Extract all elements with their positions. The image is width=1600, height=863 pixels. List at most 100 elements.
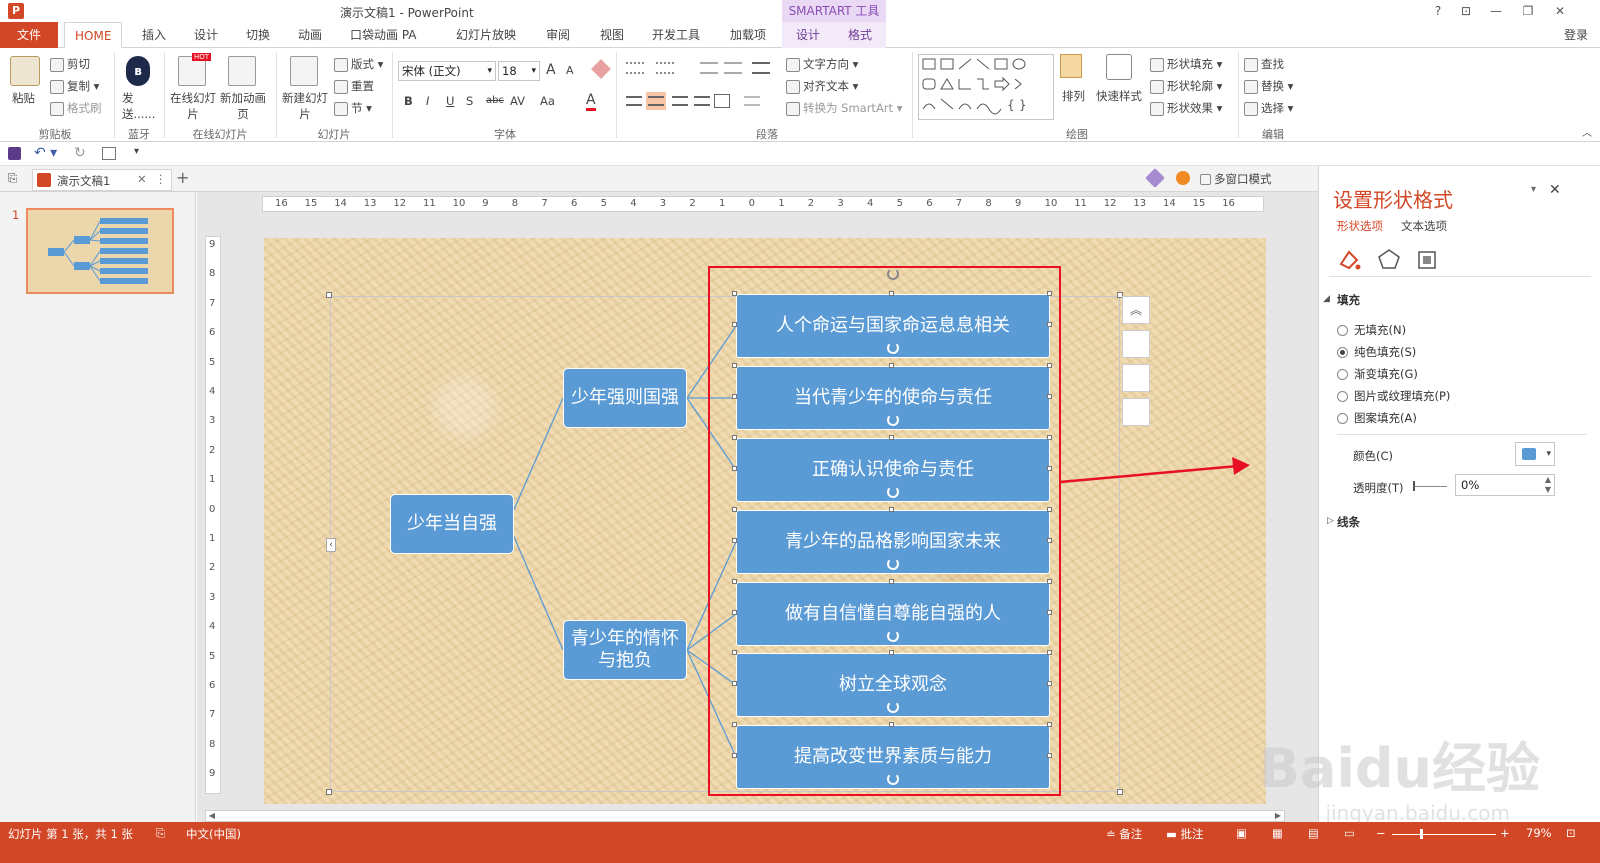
paste-button[interactable]: 粘贴 [12,90,35,106]
collapse-ribbon-icon[interactable]: ︿ [1582,124,1592,139]
picture-fill-option[interactable]: 图片或纹理填充(P) [1337,388,1450,404]
zoom-in-icon[interactable]: + [1500,826,1510,840]
underline-button[interactable]: U [446,94,454,108]
select-button[interactable]: 选择 ▾ [1244,100,1293,116]
align-left-icon[interactable] [626,96,642,106]
minimize-button[interactable]: — [1484,3,1508,19]
paste-icon[interactable] [10,56,40,86]
fit-window-icon[interactable]: ⊡ [1566,826,1576,840]
tab-menu-icon[interactable]: ⋮ [155,172,167,186]
tab-design[interactable]: 设计 [184,22,228,48]
smartart-root-node[interactable]: 少年当自强 [390,494,514,554]
no-fill-option[interactable]: 无填充(N) [1337,322,1406,338]
new-slide-icon[interactable] [290,56,318,86]
tab-developer[interactable]: 开发工具 [642,22,710,48]
comments-button[interactable]: ▬ 批注 [1166,826,1204,842]
multi-window-button[interactable]: 多窗口模式 [1200,171,1272,187]
tab-smartart-design[interactable]: 设计 [782,22,834,48]
new-anim-page-button[interactable]: 新加动画页 [220,90,266,122]
tab-view[interactable]: 视图 [590,22,634,48]
clear-format-icon[interactable] [591,59,611,79]
quick-styles-icon[interactable] [1106,54,1132,80]
find-button[interactable]: 查找 [1244,56,1284,72]
smartart-branch-node[interactable]: 青少年的情怀与抱负 [563,620,687,680]
tab-pocket-animation[interactable]: 口袋动画 PA [340,22,427,48]
spellcheck-icon[interactable]: ⎘ [156,826,165,841]
spin-up-icon[interactable]: ▲ ▼ [1545,475,1551,495]
radio-solid-fill[interactable] [1337,347,1348,358]
transparency-input[interactable]: 0% ▲ ▼ [1455,474,1555,496]
italic-button[interactable]: I [426,94,429,108]
horizontal-ruler[interactable]: 16 15 14 13 12 11 10 9 8 7 6 5 4 3 2 1 0 1 2 3 4 5 6 7 8 9 10 11 12 1… [262,196,1264,212]
decrease-indent-icon[interactable] [700,62,718,74]
scroll-left-icon[interactable]: ◀ [206,811,218,821]
transparency-slider[interactable] [1413,481,1447,491]
help-icon[interactable]: ? [1426,3,1450,19]
align-text-button[interactable]: 对齐文本 ▾ [786,78,858,94]
smartart-branch-node[interactable]: 少年强则国强 [563,368,687,428]
pane-options-icon[interactable]: ▾ [1531,184,1536,195]
slider-thumb[interactable] [1413,481,1415,491]
grow-font-icon[interactable]: A [546,62,556,78]
signin-link[interactable]: 登录 [1564,26,1588,43]
horizontal-scrollbar[interactable]: ◀ ▶ [205,810,1285,822]
copy-button[interactable]: 复制 ▾ [50,78,99,94]
radio-no-fill[interactable] [1337,325,1348,336]
new-anim-page-icon[interactable] [228,56,256,86]
ribbon-display-icon[interactable]: ⊡ [1454,3,1478,19]
font-name-combo[interactable]: 宋体 (正文) ▾ [398,61,496,81]
pattern-fill-option[interactable]: 图案填充(A) [1337,410,1417,426]
reset-button[interactable]: 重置 [334,78,374,94]
increase-indent-icon[interactable] [724,62,742,74]
gradient-fill-option[interactable]: 渐变填充(G) [1337,366,1418,382]
tab-animations[interactable]: 动画 [288,22,332,48]
align-center-button[interactable] [646,92,666,110]
tab-shape-options[interactable]: 形状选项 [1337,218,1383,234]
shape-outline-button[interactable]: 形状轮廓 ▾ [1150,78,1222,94]
align-right-icon[interactable] [672,96,688,106]
bold-button[interactable]: B [404,94,413,108]
notes-button[interactable]: ≐ 备注 [1106,826,1142,842]
tab-transitions[interactable]: 切换 [236,22,280,48]
tab-home[interactable]: HOME [64,22,123,48]
layout-options-icon[interactable] [1122,330,1150,358]
settings-gear-icon[interactable] [1176,171,1190,185]
line-expand-icon[interactable]: ▷ [1327,516,1334,526]
zoom-slider[interactable] [1392,829,1496,839]
convert-smartart-button[interactable]: 转换为 SmartArt ▾ [786,100,902,116]
customize-qat-icon[interactable]: ▾ [134,146,139,157]
undo-icon[interactable]: ↶ ▾ [34,145,57,161]
radio-gradient-fill[interactable] [1337,369,1348,380]
online-slide-button[interactable]: 在线幻灯片 [170,90,216,122]
tab-review[interactable]: 审阅 [536,22,580,48]
effects-pentagon-icon[interactable] [1378,249,1400,269]
powerpoint-app-icon[interactable]: P [8,3,24,19]
arrange-icon[interactable] [1060,54,1082,78]
shadow-button[interactable]: S [466,94,473,108]
strikethrough-button[interactable]: abc [486,95,504,106]
zoom-thumb[interactable] [1420,829,1423,839]
bullets-icon[interactable] [626,62,644,74]
doc-list-icon[interactable]: ⎘ [8,171,17,186]
new-tab-icon[interactable]: + [176,168,189,187]
char-spacing-button[interactable]: AV [510,94,525,108]
line-spacing-icon[interactable] [752,62,770,74]
shrink-font-icon[interactable]: A [566,64,574,77]
fill-section-header[interactable]: 填充 [1337,292,1360,308]
shapes-gallery[interactable]: { } [918,54,1054,120]
vertical-ruler[interactable]: 9 8 7 6 5 4 3 2 1 0 1 2 3 4 5 6 7 8 9 [205,236,221,794]
font-size-combo[interactable]: 18 ▾ [498,61,540,81]
redo-icon[interactable]: ↻ [74,145,86,161]
tab-file[interactable]: 文件 [0,22,58,48]
slideshow-view-icon[interactable]: ▭ [1344,826,1355,840]
chevron-up-icon[interactable]: ︽ [1122,296,1150,324]
scroll-right-icon[interactable]: ▶ [1272,811,1284,821]
reading-view-icon[interactable]: ▤ [1308,826,1319,840]
size-properties-icon[interactable] [1418,251,1436,269]
restore-button[interactable]: ❐ [1516,3,1540,19]
distributed-icon[interactable] [714,94,730,108]
fill-line-icon[interactable] [1339,250,1361,270]
shape-effects-button[interactable]: 形状效果 ▾ [1150,100,1222,116]
shape-fill-button[interactable]: 形状填充 ▾ [1150,56,1222,72]
slide-thumbnail[interactable] [26,208,174,294]
